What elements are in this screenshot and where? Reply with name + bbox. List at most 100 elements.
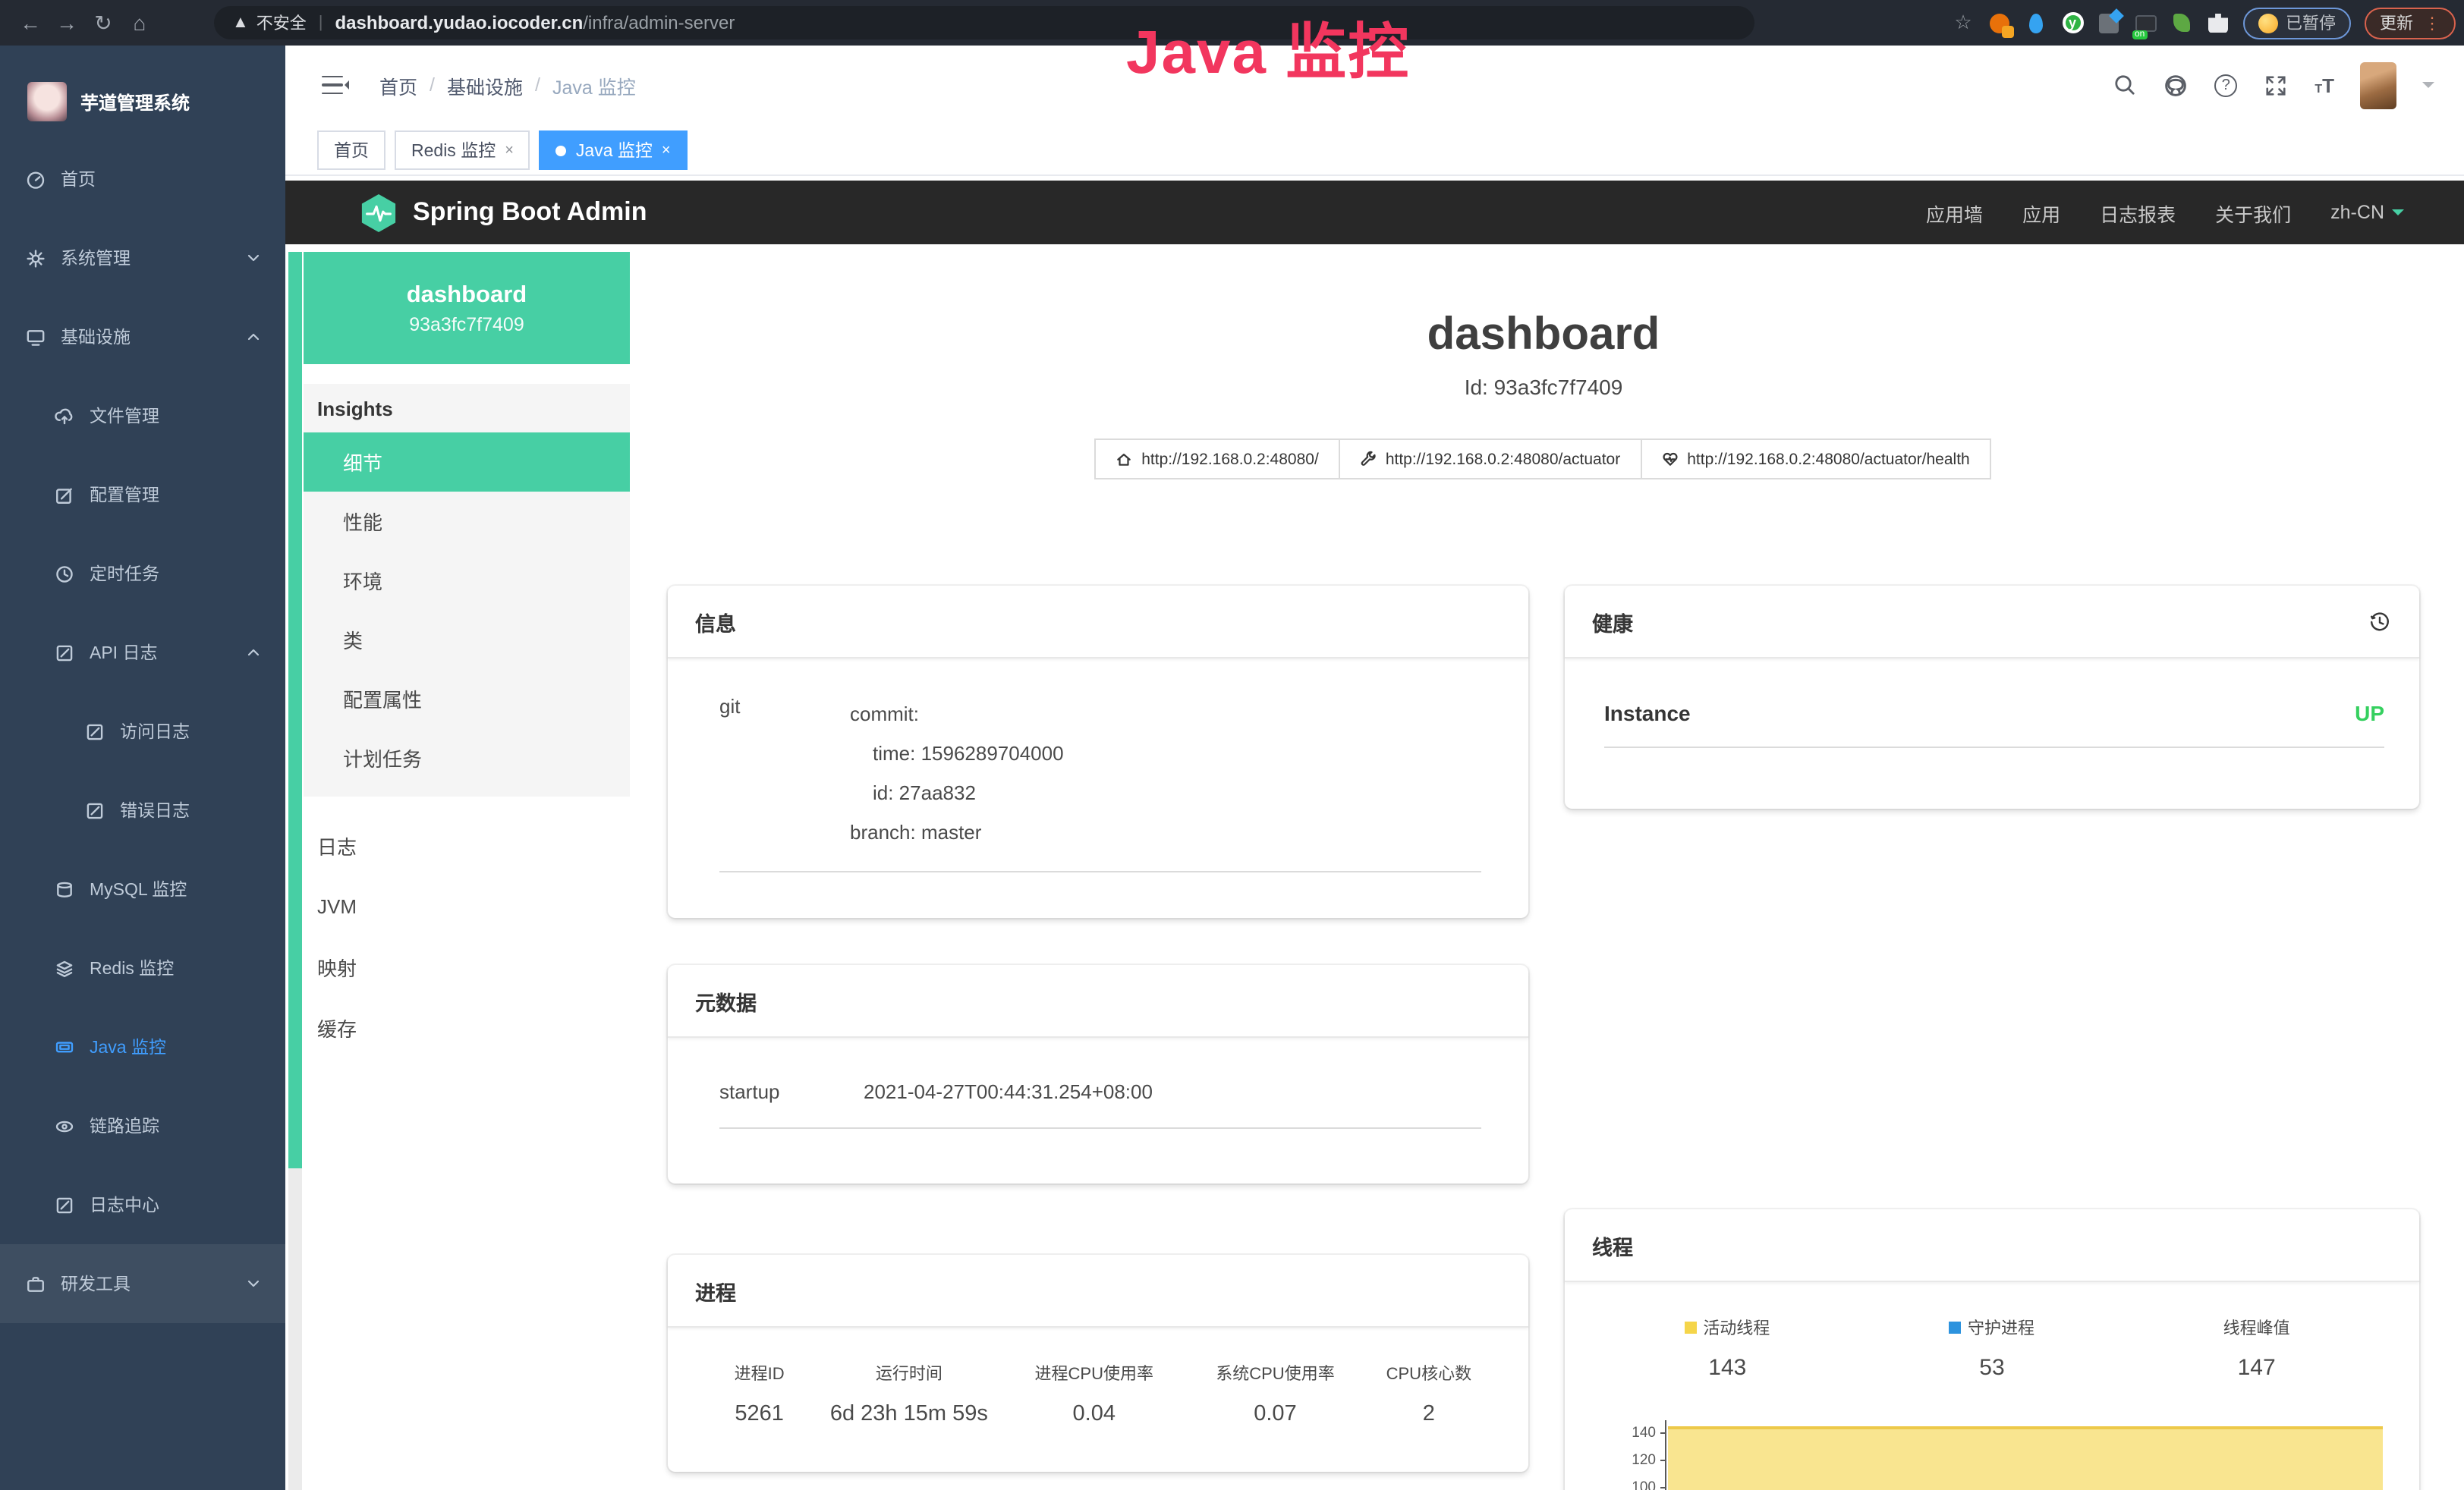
sidebar-item-log-center[interactable]: 日志中心 [0, 1165, 285, 1244]
metadata-startup-row: startup 2021-04-27T00:44:31.254+08:00 [719, 1080, 1481, 1129]
sidebar-item-config[interactable]: 配置管理 [0, 455, 285, 534]
help-icon[interactable]: ? [2214, 74, 2237, 96]
cloud-upload-icon [55, 406, 74, 426]
sba-item-details[interactable]: 细节 [304, 432, 630, 492]
sidebar-item-files[interactable]: 文件管理 [0, 376, 285, 455]
sba-nav-applications[interactable]: 应用 [2022, 198, 2060, 227]
sba-locale-select[interactable]: zh-CN [2330, 202, 2404, 223]
address-bar[interactable]: ▲ 不安全 | dashboard.yudao.iocoder.cn /infr… [214, 6, 1754, 39]
extension-icon-grid[interactable] [2097, 11, 2120, 34]
endpoint-actuator-link[interactable]: http://192.168.0.2:48080/actuator [1339, 439, 1641, 479]
live-threads-legend-icon [1685, 1322, 1697, 1334]
breadcrumb-home[interactable]: 首页 [379, 71, 417, 99]
app-sidebar: 芋道管理系统 首页 系统管理 基础设施 [0, 46, 285, 1490]
log-icon [85, 721, 105, 741]
bookmark-star-icon[interactable]: ☆ [1952, 11, 1975, 34]
tab-redis-monitor[interactable]: Redis 监控 × [395, 130, 530, 170]
threads-card: 线程 活动线程 143 守护进程 [1565, 1209, 2419, 1490]
avatar[interactable] [2360, 61, 2396, 108]
breadcrumb-infra[interactable]: 基础设施 [447, 71, 523, 99]
extension-icon-orange[interactable] [1988, 11, 2011, 34]
browser-reload-icon[interactable]: ↻ [85, 10, 121, 36]
sidebar-item-jobs[interactable]: 定时任务 [0, 534, 285, 613]
scrollbar-thumb[interactable] [288, 252, 301, 1168]
sba-root-items: 日志 JVM 映射 缓存 [304, 815, 630, 1058]
sba-item-environment[interactable]: 环境 [304, 551, 630, 610]
sidebar-item-redis[interactable]: Redis 监控 [0, 929, 285, 1007]
tab-java-monitor[interactable]: Java 监控 × [540, 130, 688, 170]
sidebar-item-system[interactable]: 系统管理 [0, 218, 285, 297]
process-col-header: 系统CPU使用率 [1185, 1361, 1366, 1385]
chevron-down-icon [246, 250, 261, 266]
sba-item-jvm[interactable]: JVM [304, 875, 630, 936]
github-icon[interactable] [2163, 72, 2189, 98]
browser-menu-icon[interactable]: ⋮ [2424, 13, 2440, 33]
extension-icon-green-y[interactable]: y [2061, 11, 2084, 34]
browser-back-icon[interactable]: ← [12, 11, 49, 35]
info-git-value: commit: time: 1596289704000 id: 27aa832 … [850, 695, 1064, 853]
metadata-startup-value: 2021-04-27T00:44:31.254+08:00 [864, 1080, 1153, 1103]
sidebar-collapse-icon[interactable] [322, 75, 346, 95]
sba-item-config-props[interactable]: 配置属性 [304, 669, 630, 728]
profile-paused-chip[interactable]: 已暂停 [2243, 7, 2351, 39]
extension-icon-switch-on[interactable] [2134, 11, 2157, 34]
sidebar-item-mysql[interactable]: MySQL 监控 [0, 850, 285, 929]
user-menu-caret-icon[interactable] [2422, 82, 2434, 94]
health-card-title: 健康 [1592, 607, 1633, 637]
sba-item-metrics[interactable]: 性能 [304, 492, 630, 551]
health-card: 健康 Instance UP [1565, 586, 2419, 809]
metadata-card-title: 元数据 [668, 965, 1528, 1038]
sidebar-item-dev-tools[interactable]: 研发工具 [0, 1244, 285, 1323]
paused-label: 已暂停 [2286, 11, 2336, 35]
sidebar-item-access-log[interactable]: 访问日志 [0, 692, 285, 771]
log-icon [85, 800, 105, 820]
sidebar-item-error-log[interactable]: 错误日志 [0, 771, 285, 850]
database-icon [55, 879, 74, 899]
browser-update-chip[interactable]: 更新 ⋮ [2365, 7, 2456, 39]
sba-nav-about[interactable]: 关于我们 [2215, 198, 2291, 227]
process-table: 进程ID 运行时间 进程CPU使用率 系统CPU使用率 CPU核心数 5261 … [704, 1361, 1492, 1426]
endpoint-home-link[interactable]: http://192.168.0.2:48080/ [1094, 439, 1340, 479]
sba-main: dashboard Id: 93a3fc7f7409 http://192.16… [630, 244, 2464, 1490]
sidebar-item-java-monitor[interactable]: Java 监控 [0, 1007, 285, 1086]
annotation-text: Java 监控 [1126, 3, 1410, 91]
sidebar-item-home[interactable]: 首页 [0, 140, 285, 218]
url-path: /infra/admin-server [583, 12, 735, 33]
sba-item-classes[interactable]: 类 [304, 610, 630, 669]
browser-home-icon[interactable]: ⌂ [121, 11, 158, 35]
live-threads-stat: 活动线程 143 [1595, 1316, 1860, 1381]
instance-header[interactable]: dashboard 93a3fc7f7409 [304, 252, 630, 364]
sba-item-caches[interactable]: 缓存 [304, 997, 630, 1058]
tab-close-icon[interactable]: × [505, 142, 514, 159]
font-size-icon[interactable]: TT [2315, 74, 2334, 96]
home-icon [1116, 451, 1132, 467]
url-host: dashboard.yudao.iocoder.cn [335, 12, 584, 33]
sba-nav-journal[interactable]: 日志报表 [2100, 198, 2176, 227]
sba-item-logging[interactable]: 日志 [304, 815, 630, 875]
tab-close-icon[interactable]: × [662, 142, 671, 159]
sba-nav-wallboard[interactable]: 应用墙 [1926, 198, 1983, 227]
sidebar-item-tracing[interactable]: 链路追踪 [0, 1086, 285, 1165]
endpoint-health-link[interactable]: http://192.168.0.2:48080/actuator/health [1640, 439, 1990, 479]
edit-icon [55, 485, 74, 505]
search-icon[interactable] [2111, 72, 2137, 98]
extensions-puzzle-icon[interactable] [2207, 11, 2230, 34]
extension-icon-pin[interactable] [2025, 11, 2047, 34]
sba-item-scheduled-tasks[interactable]: 计划任务 [304, 728, 630, 787]
page-subtitle: Id: 93a3fc7f7409 [668, 375, 2419, 399]
sba-item-mappings[interactable]: 映射 [304, 936, 630, 997]
sba-brand-title: Spring Boot Admin [413, 197, 647, 228]
thread-stats: 活动线程 143 守护进程 53 [1595, 1316, 2389, 1381]
extension-icon-leaf[interactable] [2170, 11, 2193, 34]
fullscreen-icon[interactable] [2263, 72, 2289, 98]
sidebar-item-api-log[interactable]: API 日志 [0, 613, 285, 692]
history-icon[interactable] [2368, 610, 2392, 634]
tab-home[interactable]: 首页 [317, 130, 385, 170]
briefcase-icon [26, 1274, 46, 1294]
instance-id: 93a3fc7f7409 [409, 313, 524, 335]
sidebar-item-infra[interactable]: 基础设施 [0, 297, 285, 376]
browser-extensions: ☆ y 已暂停 更新 ⋮ [1952, 0, 2456, 46]
browser-forward-icon[interactable]: → [49, 11, 85, 35]
process-col-header: 进程ID [704, 1361, 814, 1385]
process-card-title: 进程 [668, 1255, 1528, 1328]
